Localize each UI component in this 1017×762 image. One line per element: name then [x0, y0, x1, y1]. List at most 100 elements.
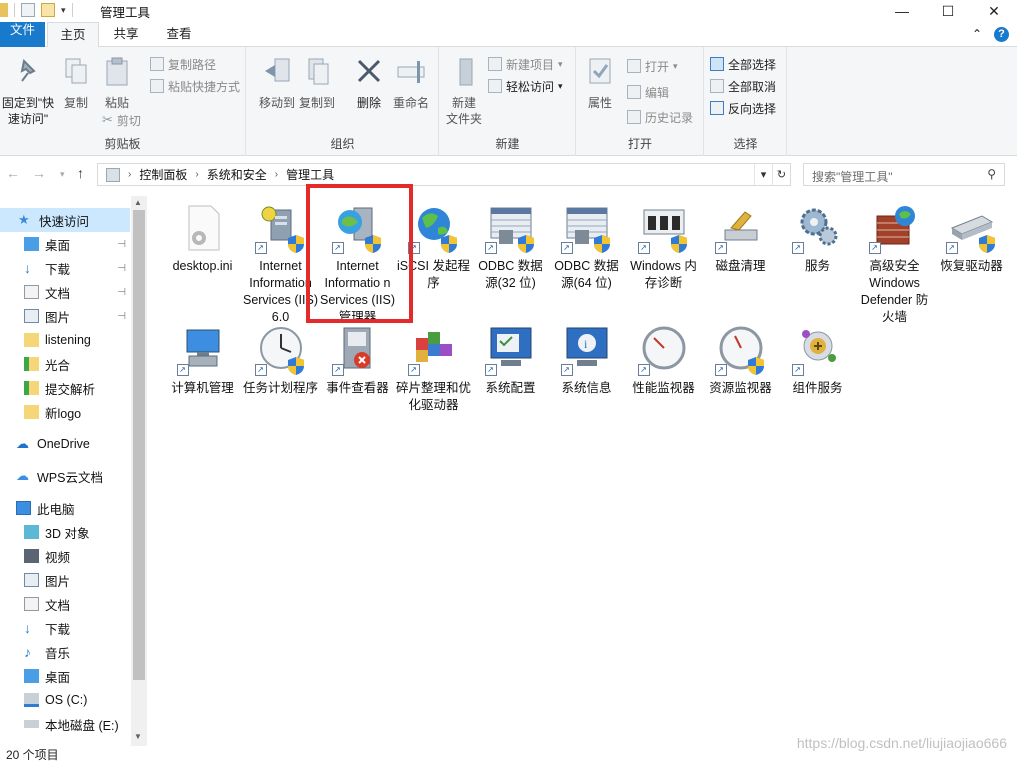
file-item[interactable]: ↗ 计算机管理 — [164, 324, 241, 397]
paste-button[interactable]: 粘贴 — [98, 55, 136, 111]
up-arrow-icon[interactable]: ↑ — [77, 165, 84, 181]
address-dropdown-icon[interactable]: ▾ — [754, 164, 772, 185]
address-bar[interactable]: › 控制面板 › 系统和安全 › 管理工具 ▾ ↻ — [97, 163, 791, 186]
sidebar-item-3d[interactable]: 3D 对象 — [0, 520, 130, 544]
copy-button[interactable]: 复制 — [58, 55, 94, 111]
copy-to-button[interactable]: 复制到 — [297, 55, 337, 111]
maximize-button[interactable]: ☐ — [925, 0, 971, 22]
document-icon — [24, 285, 39, 299]
sidebar-item-listening[interactable]: listening — [0, 328, 130, 352]
tab-share[interactable]: 共享 — [102, 22, 150, 47]
rename-button[interactable]: 重命名 — [389, 55, 433, 111]
sidebar-item-desktop-pc[interactable]: 桌面 — [0, 664, 130, 688]
breadcrumb-item[interactable]: 控制面板 — [139, 166, 187, 183]
tab-home[interactable]: 主页 — [47, 22, 99, 48]
navigation-pane: ★ 快速访问 桌面 ⊣ ↓ 下载 ⊣ 文档 ⊣ 图片 ⊣ listening 光合 提交解… — [0, 196, 147, 746]
sidebar-item-desktop[interactable]: 桌面 ⊣ — [0, 232, 130, 256]
chevron-right-icon[interactable]: › — [195, 169, 198, 180]
minimize-button[interactable]: — — [879, 0, 925, 22]
select-all-button[interactable]: 全部选择 — [710, 54, 776, 74]
invert-selection-button[interactable]: 反向选择 — [710, 98, 776, 118]
breadcrumb-item[interactable]: 系统和安全 — [207, 166, 267, 183]
file-item[interactable]: ↗ 资源监视器 — [702, 324, 779, 397]
search-input[interactable]: 搜索"管理工具" ⚲ — [803, 163, 1005, 186]
sidebar-item-documents-pc[interactable]: 文档 — [0, 592, 130, 616]
file-item[interactable]: ↗ 组件服务 — [779, 324, 856, 397]
back-arrow-icon[interactable]: ← — [6, 165, 20, 181]
file-item[interactable]: ↗ 服务 — [779, 202, 856, 275]
tab-view[interactable]: 查看 — [153, 22, 205, 47]
desktop-icon — [24, 237, 39, 251]
sidebar-item-downloads[interactable]: ↓ 下载 ⊣ — [0, 256, 130, 280]
sidebar-item-submit[interactable]: 提交解析 — [0, 376, 130, 400]
select-none-button[interactable]: 全部取消 — [710, 76, 776, 96]
file-item[interactable]: desktop.ini — [164, 202, 241, 275]
sidebar-item-onedrive[interactable]: ☁ OneDrive — [0, 432, 130, 456]
move-to-button[interactable]: 移动到 — [257, 55, 297, 111]
sidebar-item-documents[interactable]: 文档 ⊣ — [0, 280, 130, 304]
breadcrumb-item[interactable]: 管理工具 — [286, 166, 334, 183]
file-item[interactable]: ↗ 碎片整理和优化驱动器 — [395, 324, 472, 414]
sidebar-item-this-pc[interactable]: 此电脑 — [0, 496, 130, 520]
sidebar-item-quick-access[interactable]: ★ 快速访问 — [0, 208, 130, 232]
sidebar-item-downloads-pc[interactable]: ↓ 下载 — [0, 616, 130, 640]
customize-dropdown-icon[interactable]: ▾ — [61, 5, 66, 16]
properties-icon[interactable] — [21, 3, 35, 17]
forward-arrow-icon[interactable]: → — [32, 165, 46, 181]
uac-shield-icon — [747, 357, 764, 375]
sidebar-item-pictures-pc[interactable]: 图片 — [0, 568, 130, 592]
new-item-button[interactable]: 新建项目 ▾ — [488, 54, 563, 74]
close-button[interactable]: ✕ — [971, 0, 1017, 22]
pin-quick-access-button[interactable]: 固定到"快 速访问" — [0, 55, 56, 127]
paste-shortcut-button[interactable]: 粘贴快捷方式 — [150, 76, 240, 96]
properties-button[interactable]: 属性 — [581, 55, 619, 111]
sidebar-item-videos[interactable]: 视频 — [0, 544, 130, 568]
folder-icon — [24, 333, 39, 347]
file-item[interactable]: i ↗ 系统信息 — [548, 324, 625, 397]
recent-dropdown-icon[interactable]: ▾ — [60, 169, 65, 180]
file-item[interactable]: ↗ ODBC 数据源(64 位) — [548, 202, 625, 292]
refresh-icon[interactable]: ↻ — [772, 164, 790, 185]
file-item[interactable]: ↗ Windows 内存诊断 — [625, 202, 702, 292]
delete-button[interactable]: 删除 — [351, 55, 387, 111]
cut-button[interactable]: ✂ 剪切 — [102, 110, 141, 130]
tab-file[interactable]: 文件 — [0, 22, 45, 47]
download-arrow-icon: ↓ — [24, 620, 31, 636]
sidebar-item-wps[interactable]: ☁ WPS云文档 — [0, 464, 130, 488]
sidebar-item-drive-e[interactable]: 本地磁盘 (E:) — [0, 712, 130, 736]
item-count: 20 个项目 — [6, 748, 59, 762]
sidebar-item-newlogo[interactable]: 新logo — [0, 400, 130, 424]
file-item[interactable]: ↗ 恢复驱动器 — [933, 202, 1010, 275]
open-button[interactable]: 打开 ▾ — [627, 56, 678, 76]
history-button[interactable]: 历史记录 — [627, 107, 693, 127]
shortcut-arrow-icon: ↗ — [945, 242, 958, 254]
new-folder-button[interactable]: 新建 文件夹 — [442, 55, 486, 127]
shortcut-arrow-icon: ↗ — [254, 242, 267, 254]
edit-button[interactable]: 编辑 — [627, 82, 669, 102]
search-icon[interactable]: ⚲ — [987, 167, 996, 181]
help-icon[interactable]: ? — [994, 27, 1009, 42]
file-item[interactable]: ↗ 磁盘清理 — [702, 202, 779, 275]
file-item[interactable]: ↗ ODBC 数据源(32 位) — [472, 202, 549, 292]
chevron-right-icon[interactable]: › — [128, 169, 131, 180]
scrollbar-thumb[interactable] — [133, 210, 145, 680]
scroll-up-icon[interactable]: ▲ — [134, 198, 142, 207]
ribbon-expand-icon[interactable]: ⌃ — [972, 27, 982, 42]
shortcut-arrow-icon: ↗ — [176, 364, 189, 376]
scroll-down-icon[interactable]: ▼ — [134, 732, 142, 741]
sidebar-item-drive-c[interactable]: OS (C:) — [0, 688, 130, 712]
sidebar-item-guanghe[interactable]: 光合 — [0, 352, 130, 376]
move-to-icon — [265, 58, 290, 82]
chevron-right-icon[interactable]: › — [275, 169, 278, 180]
new-folder-icon[interactable] — [41, 3, 55, 17]
sidebar-scrollbar[interactable]: ▲ ▼ — [131, 196, 147, 746]
sidebar-item-pictures[interactable]: 图片 ⊣ — [0, 304, 130, 328]
file-item[interactable]: ↗ 事件查看器 — [319, 324, 396, 397]
file-item[interactable]: ↗ 高级安全 Windows Defender 防火墙 — [856, 202, 933, 326]
copy-path-button[interactable]: 复制路径 — [150, 54, 216, 74]
sidebar-item-music[interactable]: ♪ 音乐 — [0, 640, 130, 664]
easy-access-button[interactable]: 轻松访问 ▾ — [488, 76, 563, 96]
file-item[interactable]: ↗ 任务计划程序 — [242, 324, 319, 397]
file-item[interactable]: ↗ 系统配置 — [472, 324, 549, 397]
file-item[interactable]: ↗ 性能监视器 — [625, 324, 702, 397]
